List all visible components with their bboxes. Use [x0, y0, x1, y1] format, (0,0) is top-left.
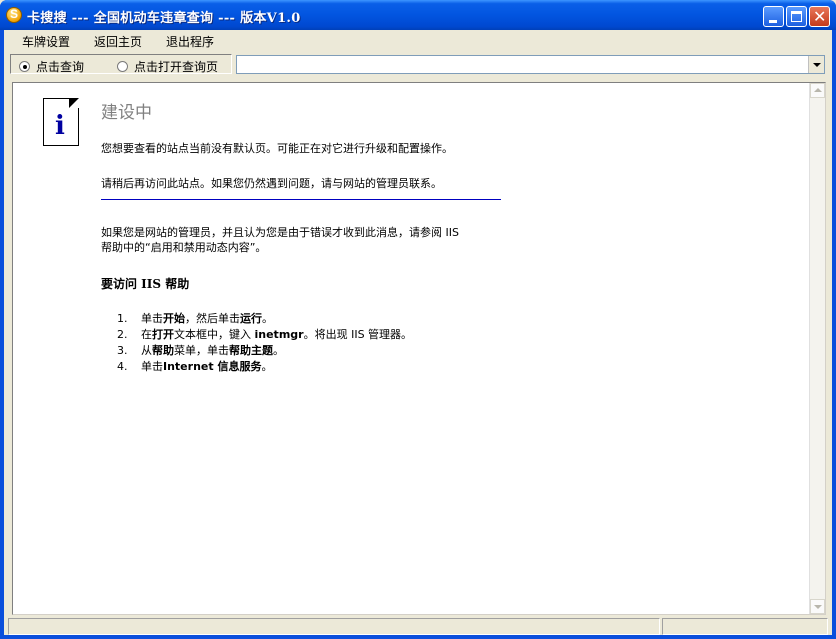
message-paragraph: 您想要查看的站点当前没有默认页。可能正在对它进行升级和配置操作。	[101, 142, 453, 155]
title-bar[interactable]: 卡搜搜 --- 全国机动车违章查询 --- 版本V1.0 ✕	[0, 0, 836, 30]
menu-plate-settings[interactable]: 车牌设置	[20, 32, 72, 51]
step-bold: 开始	[163, 312, 185, 325]
status-bar	[8, 618, 828, 635]
list-item: 3. 从帮助菜单，单击帮助主题。	[117, 343, 412, 359]
maximize-button[interactable]	[786, 6, 807, 27]
list-item: 4. 单击Internet 信息服务。	[117, 359, 412, 375]
message-paragraph: 请稍后再访问此站点。如果您仍然遇到问题，请与网站的管理员联系。	[101, 177, 442, 190]
help-heading: 要访问 IIS 帮助	[101, 277, 190, 291]
list-item: 1. 单击开始，然后单击运行。	[117, 311, 412, 327]
app-window: 卡搜搜 --- 全国机动车违章查询 --- 版本V1.0 ✕ 车牌设置 返回主页…	[0, 0, 836, 639]
dropdown-arrow-icon[interactable]	[808, 56, 824, 73]
close-button[interactable]: ✕	[809, 6, 830, 27]
window-title: 卡搜搜 --- 全国机动车违章查询 --- 版本V1.0	[27, 11, 301, 26]
step-bold: Internet 信息服务	[163, 360, 262, 373]
web-view[interactable]: i 建设中 您想要查看的站点当前没有默认页。可能正在对它进行升级和配置操作。 请…	[12, 82, 826, 615]
menu-home[interactable]: 返回主页	[92, 32, 144, 51]
step-text: 文本框中，键入	[174, 328, 255, 341]
maximize-icon	[791, 11, 802, 22]
step-bold: 打开	[152, 328, 174, 341]
step-text: 。	[262, 312, 273, 325]
step-bold: 帮助	[152, 344, 174, 357]
step-number: 2.	[117, 328, 128, 341]
client-area: 车牌设置 返回主页 退出程序 点击查询 点击打开查询页 i 建设中 您想要查看的…	[4, 30, 832, 635]
step-number: 4.	[117, 360, 128, 373]
minimize-button[interactable]	[763, 6, 784, 27]
mode-radio-group: 点击查询 点击打开查询页	[10, 54, 232, 74]
status-progress	[662, 618, 828, 635]
step-text: 。将出现 IIS 管理器。	[303, 328, 413, 341]
step-text: 单击	[141, 312, 163, 325]
step-text: 。	[273, 344, 284, 357]
step-number: 1.	[117, 312, 128, 325]
step-bold: 帮助主题	[229, 344, 273, 357]
app-logo-icon	[6, 7, 22, 23]
admin-line: 帮助中的“启用和禁用动态内容”。	[101, 241, 267, 254]
list-item: 2. 在打开文本框中，键入 inetmgr。将出现 IIS 管理器。	[117, 327, 412, 343]
step-text: 从	[141, 344, 152, 357]
page-title: 建设中	[101, 103, 152, 123]
radio-label: 点击查询	[36, 60, 85, 74]
radio-unchecked-icon	[117, 61, 128, 72]
step-text: 菜单，单击	[174, 344, 229, 357]
menu-exit[interactable]: 退出程序	[164, 32, 216, 51]
status-text	[8, 618, 660, 635]
divider	[101, 199, 501, 200]
minimize-icon	[769, 20, 777, 23]
radio-click-query[interactable]: 点击查询	[19, 58, 84, 75]
step-number: 3.	[117, 344, 128, 357]
step-text: 。	[261, 360, 273, 373]
scroll-down-icon[interactable]	[810, 599, 825, 614]
step-bold: inetmgr	[254, 328, 304, 341]
menu-bar: 车牌设置 返回主页 退出程序	[4, 30, 832, 50]
info-icon: i	[43, 98, 79, 146]
radio-label: 点击打开查询页	[134, 60, 219, 74]
close-icon: ✕	[813, 7, 827, 26]
admin-line: 如果您是网站的管理员，并且认为您是由于错误才收到此消息，请参阅 IIS	[101, 226, 459, 239]
vertical-scrollbar[interactable]	[809, 83, 825, 614]
url-combobox[interactable]	[236, 55, 825, 74]
radio-checked-icon	[19, 61, 30, 72]
scroll-up-icon[interactable]	[810, 83, 825, 98]
step-text: 在	[141, 328, 152, 341]
admin-paragraph: 如果您是网站的管理员，并且认为您是由于错误才收到此消息，请参阅 IIS 帮助中的…	[101, 225, 511, 255]
step-text: 单击	[141, 360, 163, 373]
step-bold: 运行	[240, 312, 262, 325]
radio-open-query-page[interactable]: 点击打开查询页	[117, 58, 218, 75]
help-steps-list: 1. 单击开始，然后单击运行。 2. 在打开文本框中，键入 inetmgr。将出…	[117, 311, 412, 375]
step-text: ，然后单击	[185, 312, 240, 325]
